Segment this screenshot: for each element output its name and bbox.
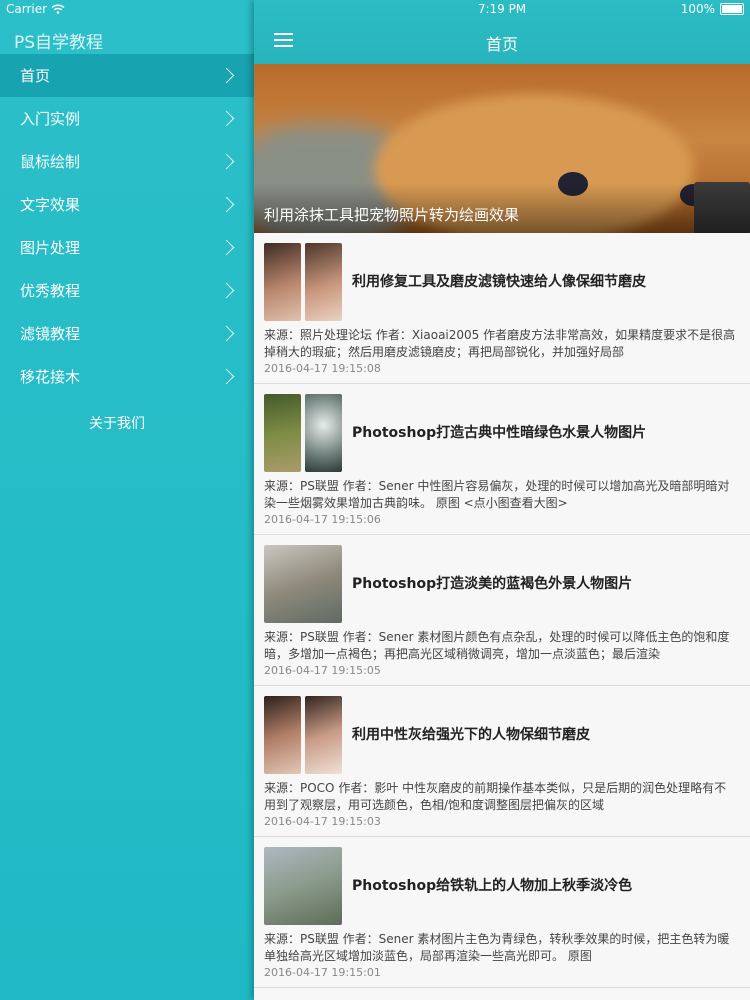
sidebar-item-home[interactable]: 首页	[0, 54, 254, 97]
list-item[interactable]: Photoshop打造淡美的蓝褐色外景人物图片 来源：PS联盟 作者：Sener…	[254, 535, 750, 686]
list-item[interactable]: 利用修复工具及磨皮滤镜快速给人像保细节磨皮 来源：照片处理论坛 作者：Xiaoa…	[254, 233, 750, 384]
article-title: 利用中性灰给强光下的人物保细节磨皮	[352, 727, 590, 743]
chevron-right-icon	[218, 239, 235, 256]
sidebar-item-grafting[interactable]: 移花接木	[0, 355, 254, 398]
article-summary: 来源：PS联盟 作者：Sener 素材图片颜色有点杂乱，处理的时候可以降低主色的…	[264, 630, 730, 661]
sidebar-item-text-effects[interactable]: 文字效果	[0, 183, 254, 226]
battery-icon	[720, 3, 744, 15]
sidebar-item-featured-tutorials[interactable]: 优秀教程	[0, 269, 254, 312]
main-panel: 7:19 PM 100% 首页 利用涂抹工具把宠物照片转为绘画效果 利用修复工具…	[254, 0, 750, 1000]
article-date: 2016-04-17 19:15:03	[264, 815, 381, 828]
article-thumbnail	[264, 847, 342, 925]
sidebar-item-label: 图片处理	[20, 239, 81, 257]
article-thumbnail	[264, 394, 342, 472]
article-thumbnail	[264, 243, 342, 321]
chevron-right-icon	[218, 153, 235, 170]
sidebar-item-label: 入门实例	[20, 110, 81, 128]
article-thumbnail	[264, 696, 342, 774]
sidebar-menu: 首页 入门实例 鼠标绘制 文字效果 图片处理 优秀教程 滤镜教程 移花接木	[0, 54, 254, 398]
article-summary: 来源：照片处理论坛 作者：Xiaoai2005 作者磨皮方法非常高效，如果精度要…	[264, 328, 736, 359]
article-date: 2016-04-17 19:15:08	[264, 362, 381, 375]
sidebar-item-intro-examples[interactable]: 入门实例	[0, 97, 254, 140]
article-summary: 来源：POCO 作者：影叶 中性灰磨皮的前期操作基本类似，只是后期的润色处理略有…	[264, 781, 727, 812]
sidebar-item-label: 移花接木	[20, 368, 81, 386]
page-title: 首页	[485, 35, 518, 54]
article-summary: 来源：PS联盟 作者：Sener 中性图片容易偏灰，处理的时候可以增加高光及暗部…	[264, 479, 730, 510]
list-item[interactable]: 利用中性灰给强光下的人物保细节磨皮 来源：POCO 作者：影叶 中性灰磨皮的前期…	[254, 686, 750, 837]
article-date: 2016-04-17 19:15:05	[264, 664, 381, 677]
article-list: 利用修复工具及磨皮滤镜快速给人像保细节磨皮 来源：照片处理论坛 作者：Xiaoa…	[254, 233, 750, 988]
status-bar-right: 100%	[681, 2, 744, 16]
sidebar-item-mouse-drawing[interactable]: 鼠标绘制	[0, 140, 254, 183]
navigation-bar: 7:19 PM 100% 首页	[254, 0, 750, 64]
article-title: Photoshop打造淡美的蓝褐色外景人物图片	[352, 576, 633, 592]
article-title: 利用修复工具及磨皮滤镜快速给人像保细节磨皮	[352, 274, 646, 290]
sidebar-item-label: 文字效果	[20, 196, 81, 214]
chevron-right-icon	[218, 368, 235, 385]
status-time: 7:19 PM	[477, 2, 527, 16]
sidebar-item-label: 优秀教程	[20, 282, 81, 300]
article-date: 2016-04-17 19:15:06	[264, 513, 381, 526]
sidebar-item-image-processing[interactable]: 图片处理	[0, 226, 254, 269]
list-item[interactable]: Photoshop打造古典中性暗绿色水景人物图片 来源：PS联盟 作者：Sene…	[254, 384, 750, 535]
banner-carousel[interactable]: 利用涂抹工具把宠物照片转为绘画效果	[254, 64, 750, 233]
wifi-icon	[51, 4, 65, 14]
app-title: PS自学教程	[14, 33, 104, 53]
sidebar-item-label: 首页	[20, 67, 51, 85]
sidebar-item-label: 滤镜教程	[20, 325, 81, 343]
chevron-right-icon	[218, 282, 235, 299]
sidebar-item-filter-tutorials[interactable]: 滤镜教程	[0, 312, 254, 355]
article-thumbnail	[264, 545, 342, 623]
chevron-right-icon	[218, 196, 235, 213]
list-item[interactable]: Photoshop给铁轨上的人物加上秋季淡冷色 来源：PS联盟 作者：Sener…	[254, 837, 750, 988]
article-date: 2016-04-17 19:15:01	[264, 966, 381, 979]
carrier-label: Carrier	[6, 2, 48, 16]
article-summary: 来源：PS联盟 作者：Sener 素材图片主色为青绿色，转秋季效果的时候，把主色…	[264, 932, 730, 963]
about-us-link[interactable]: 关于我们	[0, 413, 234, 433]
article-title: Photoshop给铁轨上的人物加上秋季淡冷色	[352, 878, 633, 894]
chevron-right-icon	[218, 110, 235, 127]
chevron-right-icon	[218, 325, 235, 342]
article-title: Photoshop打造古典中性暗绿色水景人物图片	[352, 425, 647, 441]
banner-caption: 利用涂抹工具把宠物照片转为绘画效果	[264, 206, 520, 224]
status-bar-left: Carrier	[6, 2, 65, 16]
battery-percent: 100%	[680, 2, 715, 16]
sidebar-item-label: 鼠标绘制	[20, 153, 81, 171]
chevron-right-icon	[218, 67, 235, 84]
sidebar: Carrier PS自学教程 首页 入门实例 鼠标绘制 文字效果 图片处理 优秀…	[0, 0, 254, 1000]
